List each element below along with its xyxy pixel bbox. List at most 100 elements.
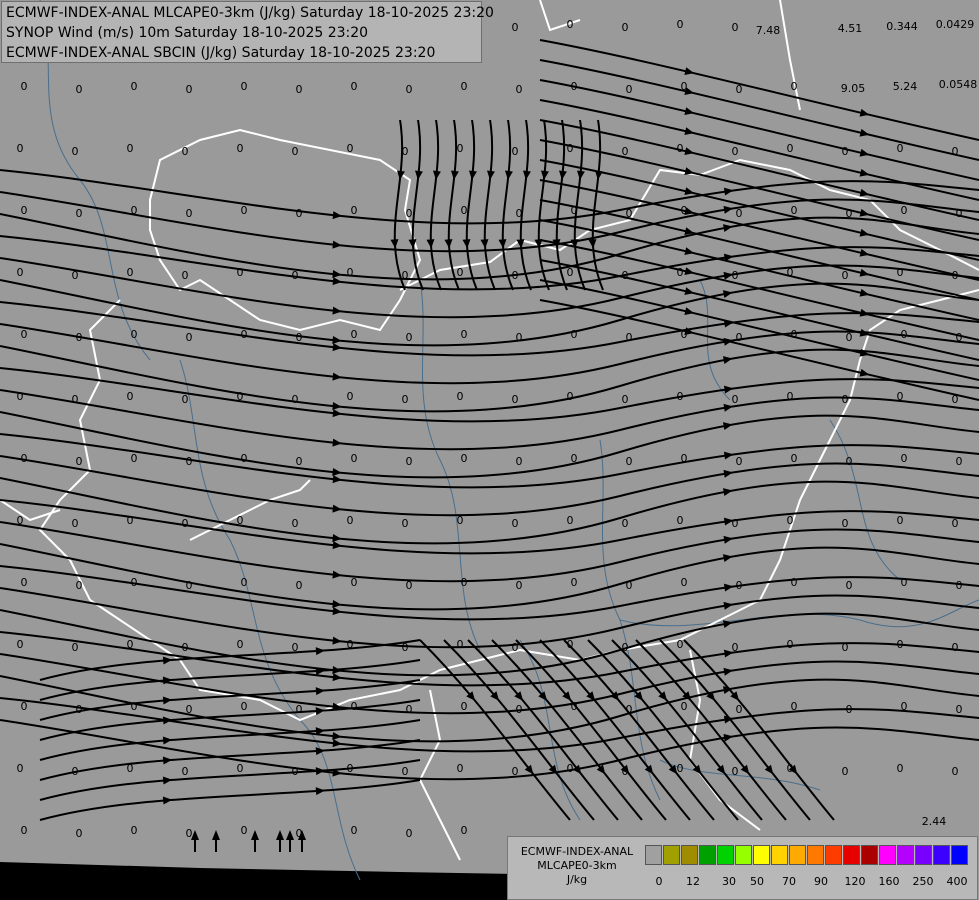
cin-value: 0 bbox=[791, 452, 798, 465]
cin-value: 0 bbox=[351, 204, 358, 217]
cin-value: 0 bbox=[402, 765, 409, 778]
cin-value: 0 bbox=[897, 142, 904, 155]
cin-value: 0 bbox=[622, 269, 629, 282]
cin-value: 0 bbox=[457, 638, 464, 651]
cin-value: 0 bbox=[237, 266, 244, 279]
cin-value: 0 bbox=[787, 266, 794, 279]
cin-value: 0 bbox=[351, 452, 358, 465]
cin-value: 0 bbox=[241, 824, 248, 837]
cin-value: 0 bbox=[406, 579, 413, 592]
title-line-3: ECMWF-INDEX-ANAL SBCIN (J/kg) Saturday 1… bbox=[6, 45, 436, 61]
cin-value: 0 bbox=[127, 266, 134, 279]
cin-value: 0 bbox=[402, 393, 409, 406]
title-line-1: ECMWF-INDEX-ANAL MLCAPE0-3km (J/kg) Satu… bbox=[6, 5, 494, 21]
cin-value: 0 bbox=[127, 638, 134, 651]
cin-value: 0 bbox=[406, 331, 413, 344]
cin-value: 0 bbox=[76, 83, 83, 96]
cin-value: 0 bbox=[952, 765, 959, 778]
cin-value: 0 bbox=[406, 455, 413, 468]
cin-value: 0 bbox=[237, 142, 244, 155]
cin-value: 0 bbox=[461, 204, 468, 217]
cin-value: 0 bbox=[567, 514, 574, 527]
legend-swatch bbox=[843, 845, 860, 865]
cin-value: 0 bbox=[351, 328, 358, 341]
cin-value: 0 bbox=[736, 83, 743, 96]
cin-value: 0 bbox=[677, 762, 684, 775]
cin-value: 0 bbox=[516, 703, 523, 716]
cin-value: 0 bbox=[736, 455, 743, 468]
legend-swatch bbox=[789, 845, 806, 865]
cin-value: 0 bbox=[787, 638, 794, 651]
legend-swatch bbox=[645, 845, 662, 865]
cin-value: 0 bbox=[402, 641, 409, 654]
cin-value: 0 bbox=[186, 703, 193, 716]
cin-value: 0 bbox=[186, 207, 193, 220]
legend-line-3: J/kg bbox=[566, 873, 588, 886]
cin-value: 0 bbox=[622, 641, 629, 654]
cin-value: 0 bbox=[516, 331, 523, 344]
cin-value: 0 bbox=[296, 703, 303, 716]
cin-value: 0 bbox=[21, 328, 28, 341]
cin-value-special: 0.0548 bbox=[939, 78, 978, 91]
legend-swatch bbox=[951, 845, 968, 865]
cin-value: 0 bbox=[347, 390, 354, 403]
cin-value: 0 bbox=[567, 266, 574, 279]
cin-value: 0 bbox=[406, 83, 413, 96]
legend-tick-label: 250 bbox=[912, 875, 934, 888]
cin-value: 0 bbox=[571, 700, 578, 713]
legend-tick-label: 160 bbox=[878, 875, 900, 888]
cin-value: 0 bbox=[677, 266, 684, 279]
cin-value: 0 bbox=[182, 145, 189, 158]
cin-value: 0 bbox=[952, 393, 959, 406]
legend-swatch bbox=[663, 845, 680, 865]
legend-swatch bbox=[861, 845, 878, 865]
cin-value: 0 bbox=[787, 390, 794, 403]
cin-value: 0 bbox=[182, 393, 189, 406]
cin-value: 0 bbox=[842, 765, 849, 778]
cin-value: 0 bbox=[402, 517, 409, 530]
cin-value: 0 bbox=[897, 266, 904, 279]
cin-value: 0 bbox=[72, 517, 79, 530]
cin-value: 0 bbox=[457, 390, 464, 403]
cin-value: 0 bbox=[292, 517, 299, 530]
cin-value: 0 bbox=[681, 452, 688, 465]
cin-value: 0 bbox=[901, 700, 908, 713]
cin-value: 0 bbox=[296, 827, 303, 840]
cin-value: 0 bbox=[952, 269, 959, 282]
cin-value: 0 bbox=[461, 80, 468, 93]
cin-value: 0 bbox=[791, 204, 798, 217]
cin-value: 0 bbox=[622, 393, 629, 406]
cin-value: 0 bbox=[17, 514, 24, 527]
cin-value: 0 bbox=[76, 207, 83, 220]
cin-value: 0 bbox=[732, 145, 739, 158]
legend-swatch bbox=[879, 845, 896, 865]
cin-value: 0 bbox=[461, 328, 468, 341]
cin-value: 0 bbox=[241, 700, 248, 713]
cin-value: 0 bbox=[186, 331, 193, 344]
cin-value: 0 bbox=[17, 390, 24, 403]
cin-value: 0 bbox=[956, 579, 963, 592]
cin-value: 0 bbox=[952, 145, 959, 158]
legend-tick-label: 400 bbox=[946, 875, 968, 888]
cin-value: 0 bbox=[736, 207, 743, 220]
cin-value: 0 bbox=[681, 700, 688, 713]
cin-value: 0 bbox=[677, 142, 684, 155]
cin-value: 0 bbox=[17, 142, 24, 155]
cin-value: 0 bbox=[897, 638, 904, 651]
cin-value: 0 bbox=[292, 641, 299, 654]
legend-title: ECMWF-INDEX-ANAL MLCAPE0-3km J/kg bbox=[510, 845, 644, 887]
cin-value: 0 bbox=[516, 579, 523, 592]
cin-value: 0 bbox=[186, 83, 193, 96]
legend-line-1: ECMWF-INDEX-ANAL bbox=[520, 845, 634, 858]
cin-value: 0 bbox=[677, 514, 684, 527]
cin-value: 0 bbox=[72, 393, 79, 406]
cin-value: 0 bbox=[956, 455, 963, 468]
cin-value: 0 bbox=[237, 762, 244, 775]
cin-value: 0 bbox=[567, 142, 574, 155]
cin-value: 0 bbox=[131, 452, 138, 465]
legend-tick-label: 12 bbox=[686, 875, 700, 888]
cin-value: 0 bbox=[72, 641, 79, 654]
cin-value: 0 bbox=[21, 700, 28, 713]
cin-value: 0 bbox=[571, 80, 578, 93]
cin-value: 0 bbox=[76, 455, 83, 468]
